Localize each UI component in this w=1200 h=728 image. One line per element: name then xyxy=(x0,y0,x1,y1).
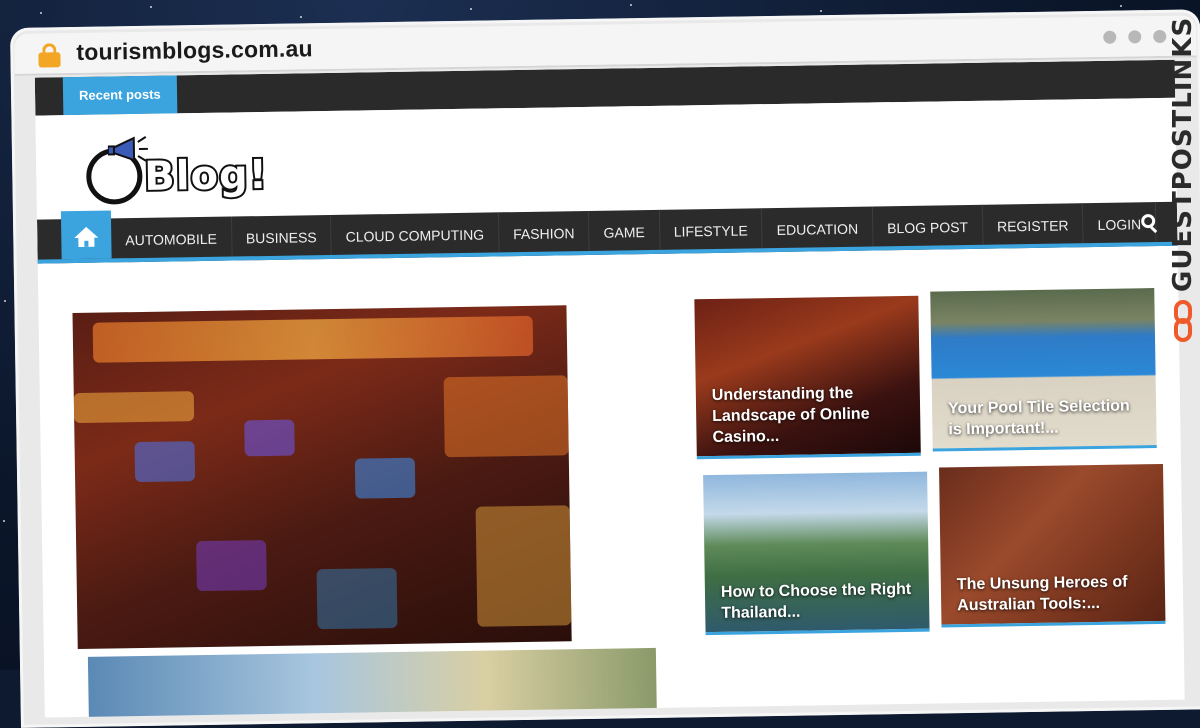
nav-item-business[interactable]: BUSINESS xyxy=(232,215,332,257)
post-card[interactable]: Understanding the Landscape of Online Ca… xyxy=(694,296,920,459)
window-controls xyxy=(1103,30,1166,44)
nav-item-blog-post[interactable]: BLOG POST xyxy=(873,205,984,247)
window-dot[interactable] xyxy=(1103,31,1116,44)
window-dot[interactable] xyxy=(1128,30,1141,43)
page-viewport: Recent posts Blog! xyxy=(35,60,1185,718)
home-button[interactable] xyxy=(61,210,112,259)
featured-image-casino[interactable] xyxy=(72,305,571,649)
browser-window: tourismblogs.com.au Recent posts xyxy=(10,9,1200,728)
site-logo[interactable]: Blog! xyxy=(86,132,267,215)
site-header: Blog! xyxy=(35,98,1176,220)
secondary-featured-image[interactable] xyxy=(88,648,657,718)
recent-posts-tab[interactable]: Recent posts xyxy=(63,75,177,115)
search-icon[interactable] xyxy=(1141,214,1159,232)
post-card-title[interactable]: The Unsung Heroes of Australian Tools:..… xyxy=(957,571,1154,616)
post-card-title[interactable]: Understanding the Landscape of Online Ca… xyxy=(712,382,909,448)
watermark-text: GUESTPOSTLINKS xyxy=(1168,17,1198,292)
nav-item-education[interactable]: EDUCATION xyxy=(762,206,873,248)
post-card[interactable]: How to Choose the Right Thailand... xyxy=(703,472,929,635)
post-card-title[interactable]: Your Pool Tile Selection is Important!..… xyxy=(948,395,1145,440)
post-card[interactable]: The Unsung Heroes of Australian Tools:..… xyxy=(939,464,1165,627)
url-text[interactable]: tourismblogs.com.au xyxy=(76,35,313,66)
nav-item-automobile[interactable]: AUTOMOBILE xyxy=(111,217,232,259)
guestpostlinks-watermark: GUESTPOSTLINKS xyxy=(1166,56,1200,356)
nav-item-register[interactable]: REGISTER xyxy=(983,203,1084,245)
logo-text: Blog! xyxy=(144,152,268,200)
post-card[interactable]: Your Pool Tile Selection is Important!..… xyxy=(930,288,1156,451)
screenshot-scene: tourismblogs.com.au Recent posts xyxy=(0,0,1200,670)
nav-item-fashion[interactable]: FASHION xyxy=(499,211,590,252)
lock-icon xyxy=(38,43,60,67)
nav-item-cloud-computing[interactable]: CLOUD COMPUTING xyxy=(331,212,499,255)
home-icon xyxy=(74,227,98,247)
nav-item-lifestyle[interactable]: LIFESTYLE xyxy=(659,208,763,250)
link-icon xyxy=(1172,300,1194,344)
post-card-title[interactable]: How to Choose the Right Thailand... xyxy=(721,579,918,624)
window-dot[interactable] xyxy=(1153,30,1166,43)
nav-item-game[interactable]: GAME xyxy=(589,210,660,251)
